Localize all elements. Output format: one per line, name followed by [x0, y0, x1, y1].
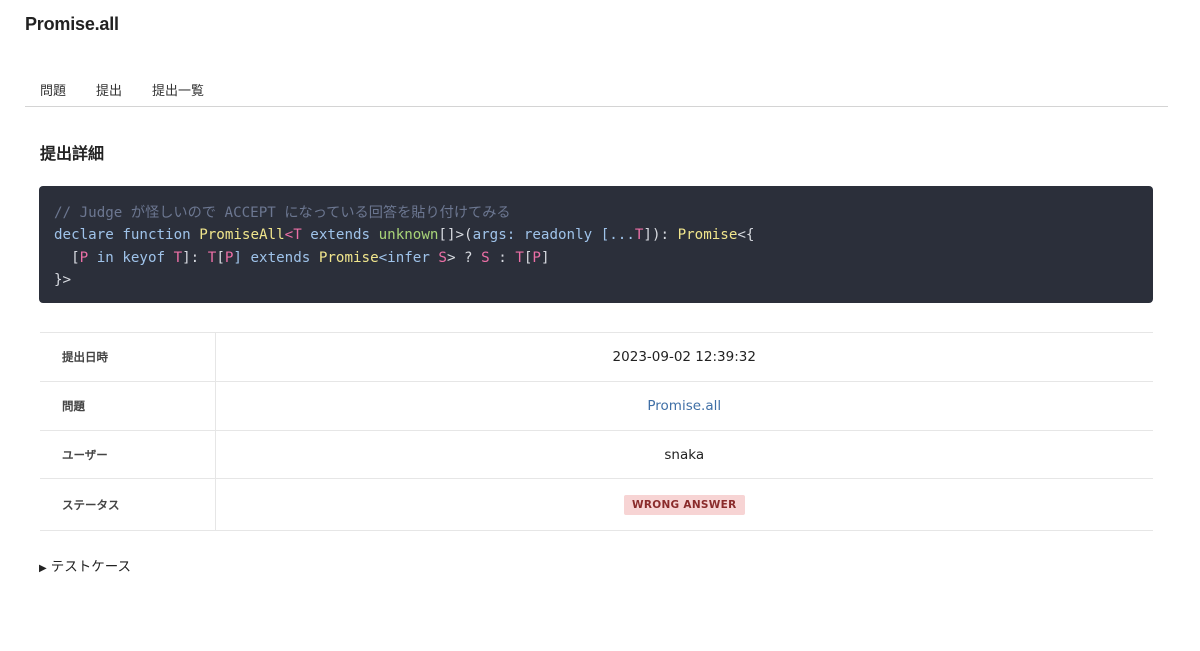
- code-token: ]: [540, 249, 550, 266]
- tab-submit[interactable]: 提出: [81, 70, 137, 99]
- table-row: ステータス WRONG ANSWER: [40, 478, 1153, 531]
- tab-problem[interactable]: 問題: [25, 70, 81, 99]
- table-row: 提出日時 2023-09-02 12:39:32: [40, 332, 1153, 382]
- tab-submissions[interactable]: 提出一覧: [137, 70, 219, 99]
- code-token: declare function: [54, 227, 200, 244]
- user-value: snaka: [215, 430, 1153, 479]
- code-token: [: [54, 249, 80, 266]
- code-token: []>(: [438, 227, 473, 244]
- code-token: T: [173, 249, 183, 266]
- row-label-status: ステータス: [40, 478, 216, 531]
- code-token: [: [216, 249, 225, 266]
- code-token: in keyof: [88, 249, 174, 266]
- code-token: S: [438, 249, 447, 266]
- code-token: P: [79, 249, 89, 266]
- code-token: :: [489, 249, 516, 266]
- row-label-user: ユーザー: [40, 430, 216, 479]
- code-token: ] extends: [233, 249, 319, 266]
- row-label-submitted-at: 提出日時: [40, 332, 216, 382]
- code-line-4: }>: [54, 271, 72, 288]
- code-token: args: [472, 227, 507, 244]
- code-token: T: [515, 249, 524, 266]
- tab-bar: 問題 提出 提出一覧: [25, 70, 1168, 107]
- code-line-2: declare function PromiseAll<T extends un…: [54, 227, 754, 243]
- triangle-right-icon: ▶: [39, 563, 47, 574]
- code-token: ]):: [643, 227, 678, 244]
- code-token: T: [293, 227, 302, 244]
- problem-cell: Promise.all: [215, 381, 1153, 431]
- table-row: 問題 Promise.all: [40, 381, 1153, 431]
- submitted-at-value: 2023-09-02 12:39:32: [215, 332, 1153, 382]
- code-token: S: [481, 249, 490, 266]
- status-badge: WRONG ANSWER: [623, 494, 745, 515]
- code-token: extends: [301, 227, 379, 244]
- code-token: unknown: [378, 227, 439, 244]
- code-token: <: [284, 227, 294, 244]
- section-title: 提出詳細: [40, 144, 105, 163]
- testcases-toggle[interactable]: ▶ テストケース: [39, 555, 131, 575]
- page: Promise.all 問題 提出 提出一覧 提出詳細 // Judge が怪し…: [0, 0, 1200, 651]
- row-label-problem: 問題: [40, 381, 216, 431]
- table-row: ユーザー snaka: [40, 430, 1153, 479]
- code-token: <{: [737, 227, 755, 244]
- code-block: // Judge が怪しいので ACCEPT になっている回答を貼り付けてみる …: [39, 186, 1153, 303]
- code-line-1: // Judge が怪しいので ACCEPT になっている回答を貼り付けてみる: [54, 205, 511, 221]
- submission-detail-table: 提出日時 2023-09-02 12:39:32 問題 Promise.all …: [40, 332, 1153, 531]
- testcases-label: テストケース: [50, 559, 132, 575]
- problem-link[interactable]: Promise.all: [647, 398, 721, 414]
- status-cell: WRONG ANSWER: [215, 478, 1153, 531]
- code-token: P: [532, 249, 541, 266]
- code-token: ]:: [182, 249, 208, 266]
- page-title: Promise.all: [25, 14, 119, 34]
- code-token: > ?: [446, 249, 482, 266]
- code-token: <infer: [378, 249, 439, 266]
- code-line-3: [P in keyof T]: T[P] extends Promise<inf…: [54, 249, 550, 266]
- code-token: Promise: [318, 249, 379, 266]
- code-token: : readonly [...: [506, 227, 635, 244]
- code-token: Promise: [677, 227, 738, 244]
- code-token: PromiseAll: [199, 227, 285, 244]
